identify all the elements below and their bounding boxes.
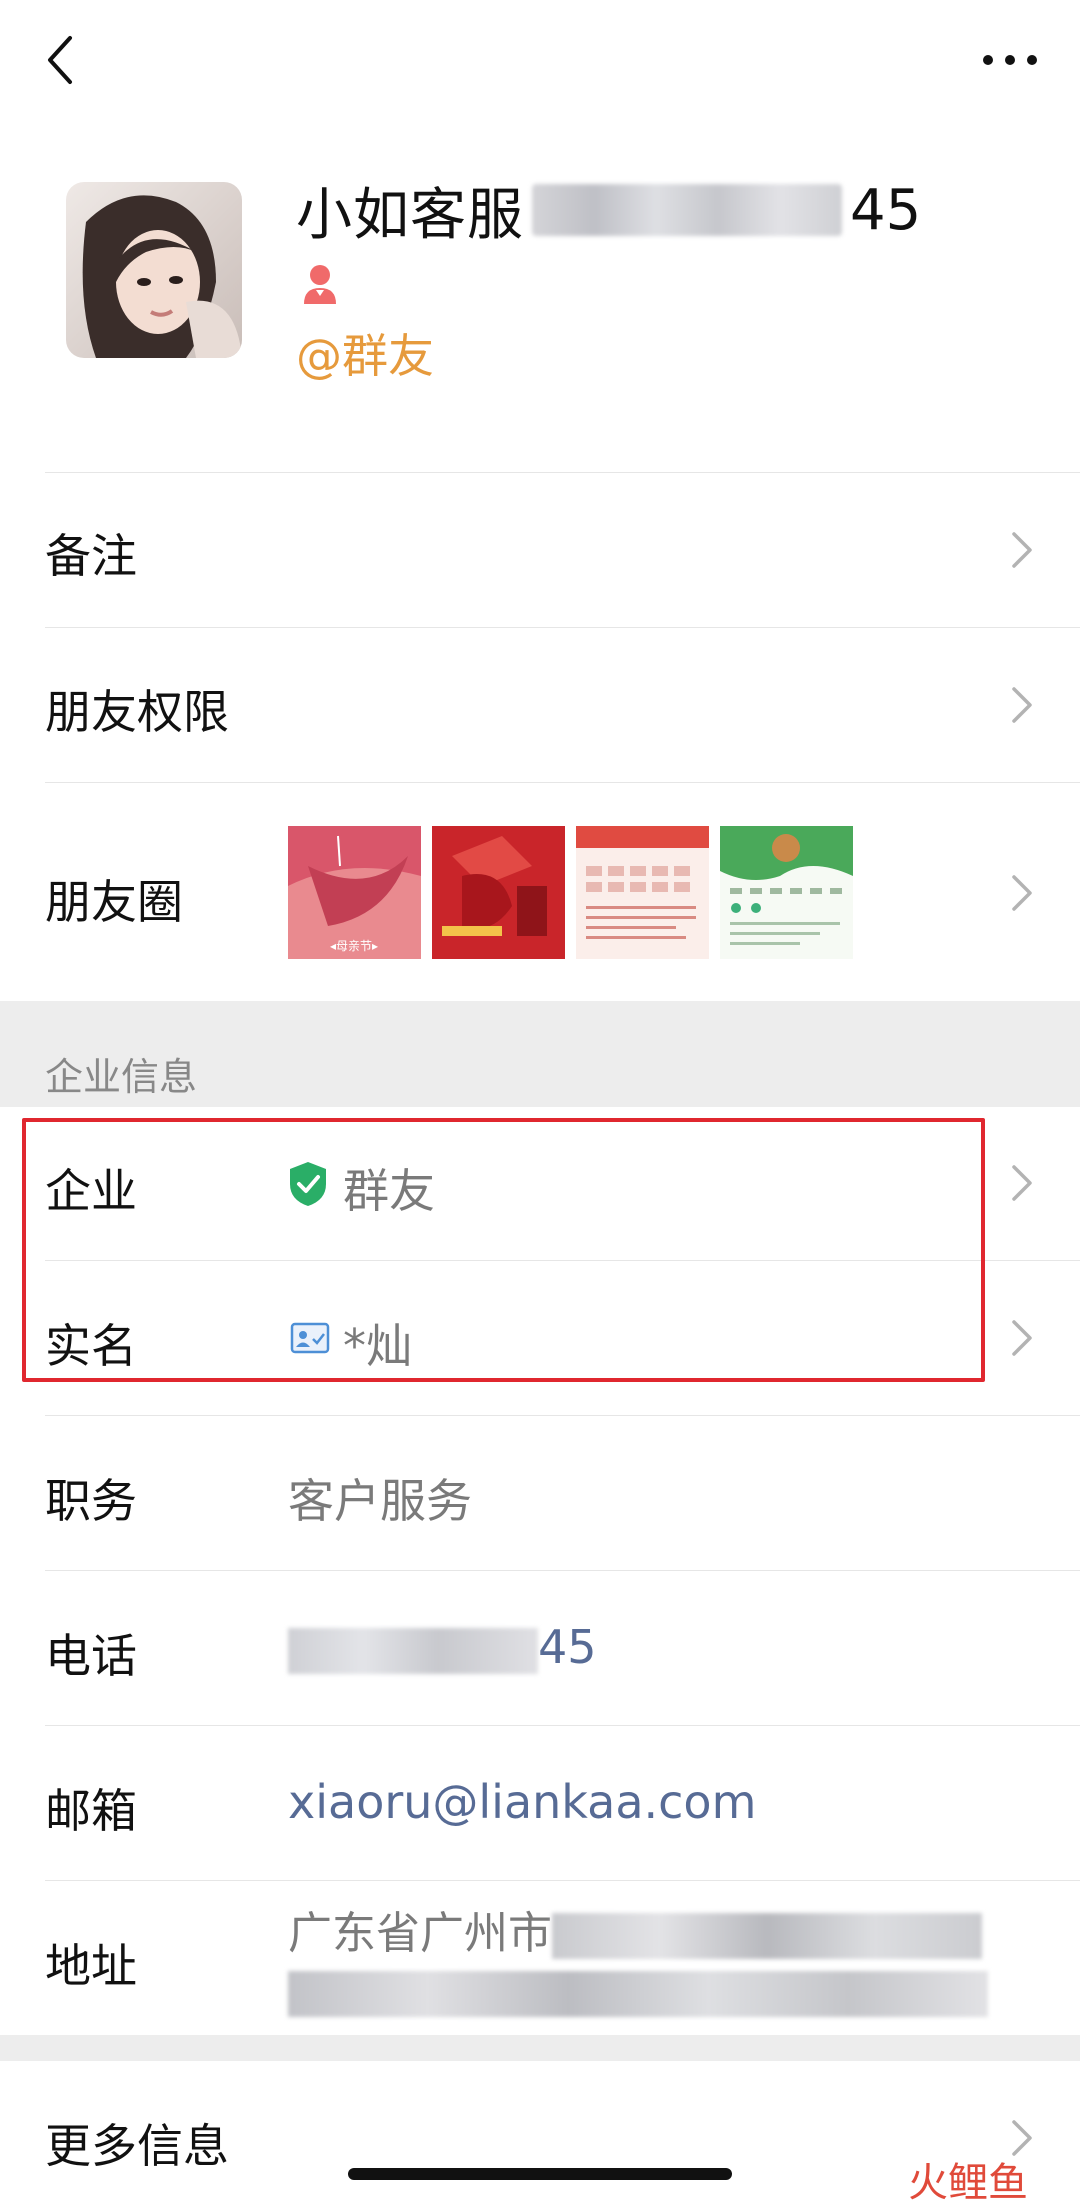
more-info-label: 更多信息 [45, 2119, 229, 2173]
moment-thumbnail[interactable]: ◂母亲节▸ [288, 826, 421, 959]
org-tag: @群友 [296, 329, 434, 383]
chevron-right-icon [1012, 1320, 1032, 1356]
remark-label: 备注 [45, 529, 137, 583]
highlight-box [22, 1118, 985, 1382]
divider [45, 1415, 1080, 1416]
gender-female-icon [304, 265, 336, 304]
more-options-icon[interactable] [970, 40, 1050, 80]
redacted-address [288, 1971, 988, 2017]
moments-label: 朋友圈 [45, 875, 183, 929]
email-link[interactable]: xiaoru@liankaa.com [288, 1775, 756, 1829]
contact-name-prefix: 小如客服 [296, 182, 524, 248]
chevron-right-icon [1012, 875, 1032, 911]
divider [45, 1880, 1080, 1881]
watermark-logo: 火鲤鱼 [908, 2160, 1028, 2206]
phone-value[interactable]: 45 [288, 1620, 597, 1674]
enterprise-section-title: 企业信息 [45, 1055, 198, 1099]
friend-permissions-label: 朋友权限 [45, 685, 229, 739]
redacted-phone [288, 1627, 538, 1674]
chevron-right-icon [1012, 1165, 1032, 1201]
divider [45, 1725, 1080, 1726]
address-label: 地址 [45, 1939, 137, 1993]
redacted-address [552, 1913, 982, 1959]
address-value[interactable]: 广东省广州市 [288, 1905, 1028, 2021]
moment-thumbnail[interactable] [576, 826, 709, 959]
moment-caption: ◂母亲节▸ [330, 939, 378, 953]
redacted-name [532, 184, 842, 236]
section-separator [0, 2035, 1080, 2061]
back-icon[interactable] [40, 30, 80, 90]
job-title-value: 客户服务 [288, 1474, 472, 1528]
contact-name-suffix: 45 [850, 177, 922, 243]
phone-label: 电话 [45, 1629, 137, 1683]
email-label: 邮箱 [45, 1784, 137, 1838]
avatar-image [66, 182, 242, 358]
job-title-label: 职务 [45, 1474, 137, 1528]
moment-thumbnail[interactable] [720, 826, 853, 959]
address-visible-text: 广东省广州市 [288, 1908, 552, 1959]
home-indicator[interactable] [348, 2168, 732, 2180]
phone-suffix: 45 [538, 1620, 597, 1674]
chevron-right-icon [1012, 687, 1032, 723]
avatar[interactable] [66, 182, 242, 358]
chevron-right-icon [1012, 532, 1032, 568]
remark-row[interactable] [0, 473, 1080, 627]
contact-name: 小如客服 45 [296, 170, 921, 250]
moment-thumbnail[interactable] [432, 826, 565, 959]
